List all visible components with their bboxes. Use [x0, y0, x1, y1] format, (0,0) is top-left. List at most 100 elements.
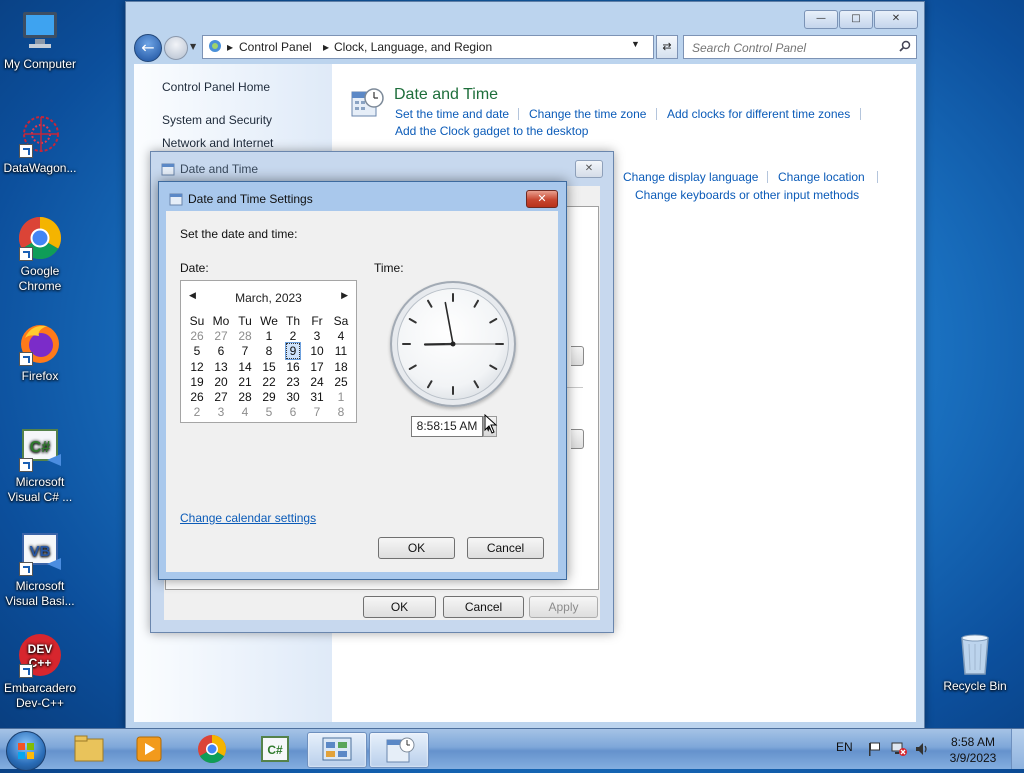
month-calendar[interactable]: ◀ March, 2023 ▶ SuMoTuWeThFrSa 262728123… [180, 280, 357, 423]
address-dropdown-icon[interactable]: ▼ [631, 39, 640, 49]
time-input[interactable]: 8:58:15 AM [411, 416, 483, 437]
calendar-day[interactable]: 8 [257, 343, 281, 359]
calendar-day[interactable]: 10 [305, 343, 329, 359]
cancel-button[interactable]: Cancel [467, 537, 544, 559]
change-time-zone-button-edge[interactable] [571, 429, 584, 449]
calendar-day[interactable]: 14 [233, 359, 257, 374]
calendar-day[interactable]: 23 [281, 374, 305, 389]
desktop-icon-recycle-bin[interactable]: Recycle Bin [935, 630, 1015, 694]
language-indicator[interactable]: EN [836, 740, 853, 754]
show-desktop-button[interactable] [1011, 729, 1024, 769]
desktop-icon-dev-cpp[interactable]: DEV C++ Embarcadero Dev-C++ [0, 632, 80, 711]
calendar-day[interactable]: 19 [185, 374, 209, 389]
calendar-day[interactable]: 3 [209, 404, 233, 419]
volume-icon[interactable] [914, 741, 930, 760]
taskbar-date-and-time[interactable] [369, 732, 429, 768]
search-input[interactable] [690, 38, 894, 58]
calendar-day[interactable]: 7 [305, 404, 329, 419]
back-button[interactable]: ← [134, 34, 162, 62]
apply-button[interactable]: Apply [529, 596, 598, 618]
change-calendar-settings-link[interactable]: Change calendar settings [180, 511, 316, 525]
taskbar-clock[interactable]: 8:58 AM 3/9/2023 [938, 734, 1008, 766]
calendar-day[interactable]: 20 [209, 374, 233, 389]
next-month-arrow-icon[interactable]: ▶ [341, 291, 348, 301]
taskbar-chrome[interactable] [183, 732, 241, 766]
calendar-day[interactable]: 28 [233, 328, 257, 343]
nav-system-and-security[interactable]: System and Security [162, 113, 272, 127]
breadcrumb-separator-icon[interactable]: ▸ [323, 40, 329, 54]
calendar-day[interactable]: 12 [185, 359, 209, 374]
taskbar-media-player[interactable] [120, 732, 178, 766]
calendar-day[interactable]: 22 [257, 374, 281, 389]
calendar-day[interactable]: 6 [209, 343, 233, 359]
change-location-link[interactable]: Change location [778, 170, 865, 184]
calendar-day[interactable]: 17 [305, 359, 329, 374]
change-date-time-button-edge[interactable] [571, 346, 584, 366]
start-button[interactable] [6, 731, 46, 771]
calendar-day[interactable]: 2 [281, 328, 305, 343]
close-button[interactable]: ✕ [575, 160, 603, 178]
calendar-day[interactable]: 28 [233, 389, 257, 404]
calendar-day[interactable]: 18 [329, 359, 353, 374]
desktop-icon-firefox[interactable]: Firefox [0, 320, 80, 384]
change-keyboards-link[interactable]: Change keyboards or other input methods [635, 188, 859, 202]
minimize-button[interactable]: — [804, 10, 838, 29]
calendar-day[interactable]: 1 [257, 328, 281, 343]
calendar-day[interactable]: 25 [329, 374, 353, 389]
add-clock-gadget-link[interactable]: Add the Clock gadget to the desktop [395, 124, 588, 138]
ok-button[interactable]: OK [378, 537, 455, 559]
calendar-day[interactable]: 5 [257, 404, 281, 419]
calendar-day[interactable]: 13 [209, 359, 233, 374]
calendar-day[interactable]: 6 [281, 404, 305, 419]
forward-button[interactable] [164, 36, 188, 60]
desktop-icon-visual-csharp[interactable]: C# Microsoft Visual C# ... [0, 426, 80, 505]
refresh-button[interactable]: ⇄ [656, 35, 678, 59]
close-button[interactable]: ✕ [526, 190, 558, 208]
desktop-icon-visual-basic[interactable]: VB Microsoft Visual Basi... [0, 530, 80, 609]
breadcrumb-separator-icon[interactable]: ▸ [227, 40, 233, 54]
nav-control-panel-home[interactable]: Control Panel Home [162, 80, 270, 94]
calendar-day[interactable]: 31 [305, 389, 329, 404]
desktop-icon-google-chrome[interactable]: Google Chrome [0, 215, 80, 294]
change-display-language-link[interactable]: Change display language [623, 170, 758, 184]
search-box[interactable] [683, 35, 917, 59]
taskbar-control-panel[interactable] [307, 732, 367, 768]
calendar-day[interactable]: 4 [329, 328, 353, 343]
calendar-day[interactable]: 26 [185, 328, 209, 343]
taskbar-visual-csharp[interactable]: C# [246, 732, 304, 766]
calendar-day[interactable]: 26 [185, 389, 209, 404]
calendar-day[interactable]: 29 [257, 389, 281, 404]
search-icon[interactable] [899, 40, 911, 52]
calendar-day[interactable]: 3 [305, 328, 329, 343]
close-button[interactable]: ✕ [874, 10, 918, 29]
tray-flag-icon[interactable] [866, 741, 882, 760]
calendar-day[interactable]: 27 [209, 389, 233, 404]
recent-pages-dropdown-icon[interactable]: ▼ [190, 42, 196, 51]
maximize-button[interactable]: □ [839, 10, 873, 29]
calendar-day[interactable]: 11 [329, 343, 353, 359]
calendar-day[interactable]: 21 [233, 374, 257, 389]
calendar-day[interactable]: 8 [329, 404, 353, 419]
address-field[interactable]: ▸ Control Panel ▸ Clock, Language, and R… [202, 35, 654, 59]
calendar-day[interactable]: 24 [305, 374, 329, 389]
date-time-category-icon[interactable] [350, 86, 384, 123]
breadcrumb-control-panel[interactable]: Control Panel [239, 40, 312, 54]
desktop-icon-my-computer[interactable]: My Computer [0, 8, 80, 72]
taskbar-file-explorer[interactable] [60, 732, 118, 766]
calendar-day[interactable]: 1 [329, 389, 353, 404]
add-clocks-link[interactable]: Add clocks for different time zones [667, 107, 850, 121]
calendar-day[interactable]: 15 [257, 359, 281, 374]
calendar-day[interactable]: 5 [185, 343, 209, 359]
set-time-and-date-link[interactable]: Set the time and date [395, 107, 509, 121]
date-and-time-heading[interactable]: Date and Time [394, 86, 498, 104]
calendar-day[interactable]: 30 [281, 389, 305, 404]
nav-network-and-internet[interactable]: Network and Internet [162, 136, 273, 150]
calendar-day-selected[interactable]: 9 [281, 343, 305, 359]
calendar-day[interactable]: 16 [281, 359, 305, 374]
change-time-zone-link[interactable]: Change the time zone [529, 107, 646, 121]
calendar-day[interactable]: 7 [233, 343, 257, 359]
cancel-button[interactable]: Cancel [443, 596, 524, 618]
calendar-month-title[interactable]: March, 2023 [181, 291, 356, 305]
desktop-icon-datawagon[interactable]: DataWagon... [0, 112, 80, 176]
calendar-day[interactable]: 27 [209, 328, 233, 343]
